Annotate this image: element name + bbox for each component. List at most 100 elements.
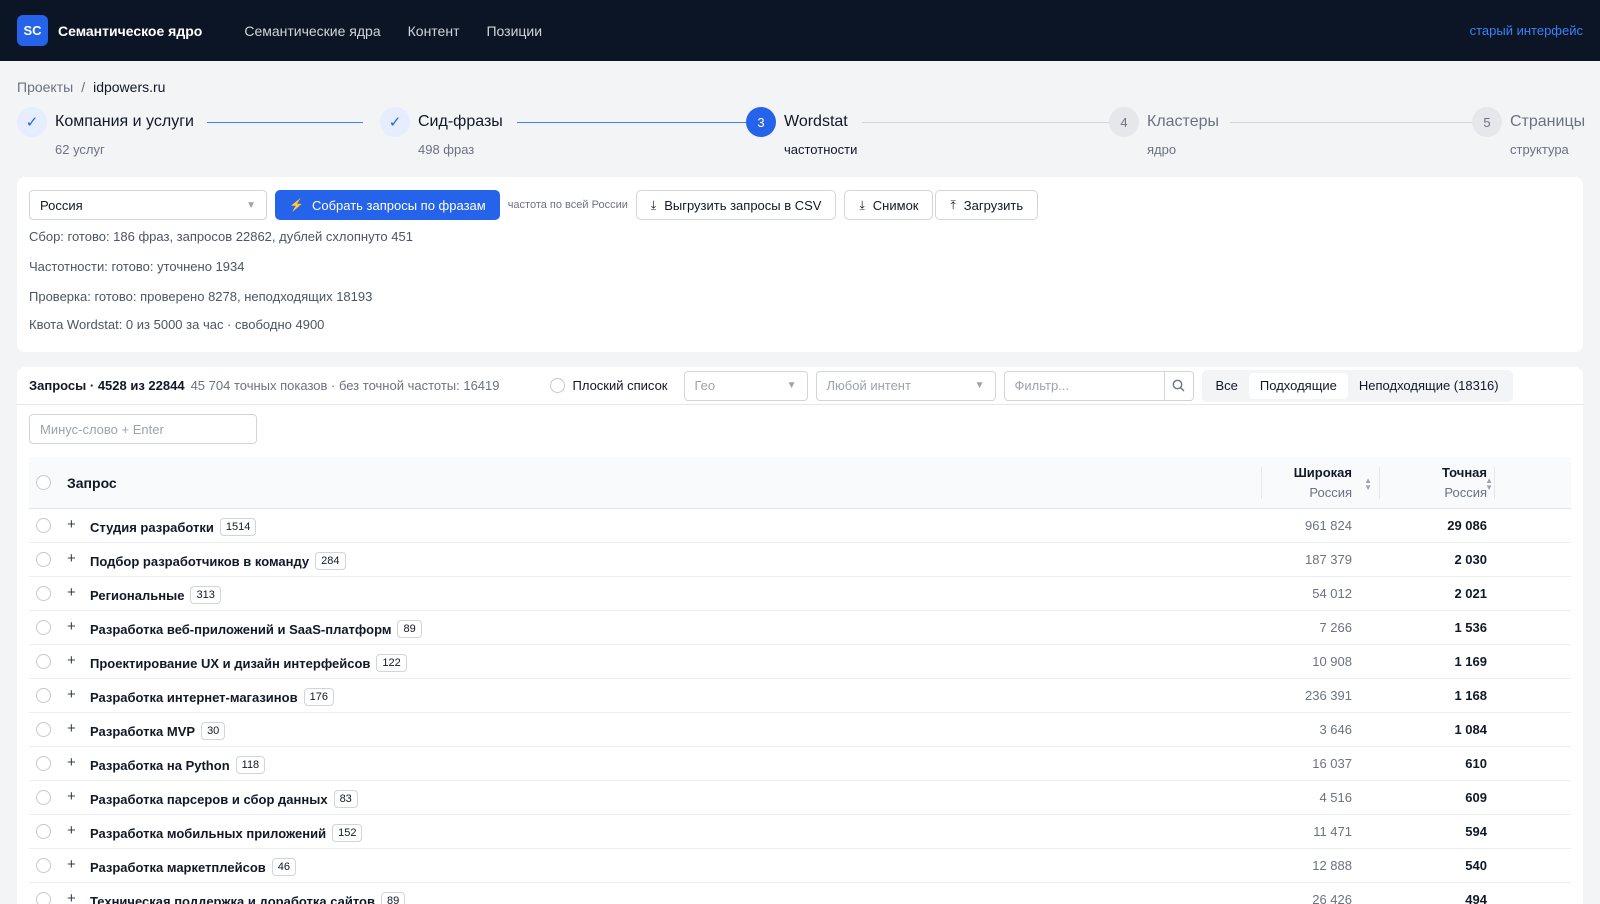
row-name: Разработка на Python 118 [90, 756, 266, 774]
search-button[interactable] [1163, 370, 1194, 401]
row-name-text: Разработка парсеров и сбор данных [90, 791, 328, 807]
region-select[interactable]: Россия ▼ [29, 190, 267, 220]
suitability-filter: Все Подходящие Неподходящие (18316) [1201, 369, 1513, 402]
row-checkbox[interactable] [36, 552, 51, 567]
broad-frequency: 961 824 [1305, 518, 1352, 533]
table-row[interactable]: + Разработка MVP 30 3 646 1 084 [29, 713, 1571, 747]
export-csv-button[interactable]: ⤓ Выгрузить запросы в CSV [635, 190, 837, 220]
step-number: 4 [1109, 107, 1139, 137]
app-title[interactable]: Семантическое ядро [58, 23, 202, 39]
step-wordstat[interactable]: 3 Wordstat частотности [746, 106, 857, 157]
breadcrumb-separator: / [81, 79, 86, 95]
nav-positions[interactable]: Позиции [486, 23, 542, 39]
exact-frequency: 1 169 [1454, 654, 1487, 669]
geo-select[interactable]: Гео ▼ [683, 370, 808, 401]
row-checkbox[interactable] [36, 688, 51, 703]
expand-icon[interactable]: + [67, 550, 76, 567]
count-badge: 176 [303, 688, 334, 706]
table-row[interactable]: + Проектирование UX и дизайн интерфейсов… [29, 645, 1571, 679]
row-checkbox[interactable] [36, 892, 51, 904]
row-checkbox[interactable] [36, 858, 51, 873]
step-seed-phrases[interactable]: ✓ Сид-фразы 498 фраз [380, 106, 503, 157]
column-divider [1261, 467, 1262, 499]
row-checkbox[interactable] [36, 722, 51, 737]
collect-queries-button[interactable]: ⚡ Собрать запросы по фразам [275, 190, 500, 220]
row-checkbox[interactable] [36, 756, 51, 771]
row-name: Разработка веб-приложений и SaaS-платфор… [90, 620, 422, 638]
nav-semantic-cores[interactable]: Семантические ядра [244, 23, 380, 39]
table-row[interactable]: + Региональные 313 54 012 2 021 [29, 577, 1571, 611]
expand-icon[interactable]: + [67, 516, 76, 533]
expand-icon[interactable]: + [67, 686, 76, 703]
count-badge: 118 [235, 756, 266, 774]
sort-icon[interactable]: ▲ ▼ [1364, 477, 1372, 492]
row-checkbox[interactable] [36, 790, 51, 805]
table-row[interactable]: + Разработка мобильных приложений 152 11 … [29, 815, 1571, 849]
column-broad[interactable]: Широкая Россия [1294, 465, 1352, 500]
table-row[interactable]: + Студия разработки 1514 961 824 29 086 [29, 509, 1571, 543]
row-name: Студия разработки 1514 [90, 518, 257, 536]
row-checkbox[interactable] [36, 586, 51, 601]
sort-icon[interactable]: ▲ ▼ [1485, 477, 1493, 492]
step-connector [517, 122, 748, 123]
breadcrumb: Проекты / idpowers.ru [17, 79, 165, 95]
table-row[interactable]: + Техническая поддержка и доработка сайт… [29, 883, 1571, 904]
expand-icon[interactable]: + [67, 788, 76, 805]
expand-icon[interactable]: + [67, 618, 76, 635]
step-sub: структура [1510, 142, 1569, 157]
column-divider [1494, 467, 1495, 499]
row-name-text: Разработка на Python [90, 757, 230, 773]
segment-all[interactable]: Все [1205, 373, 1249, 399]
step-label: Сид-фразы [418, 113, 503, 130]
intent-select[interactable]: Любой интент ▼ [815, 370, 996, 401]
step-number: 3 [746, 107, 776, 137]
filter-input[interactable]: Фильтр... [1003, 370, 1164, 401]
lightning-icon: ⚡ [289, 198, 304, 212]
step-pages[interactable]: 5 Страницы структура [1472, 106, 1585, 157]
row-checkbox[interactable] [36, 824, 51, 839]
expand-icon[interactable]: + [67, 890, 76, 904]
upload-label: Загрузить [963, 197, 1024, 213]
count-badge: 83 [333, 790, 358, 808]
count-badge: 122 [376, 654, 407, 672]
table-row[interactable]: + Разработка на Python 118 16 037 610 [29, 747, 1571, 781]
queries-panel: Запросы · 4528 из 22844 45 704 точных по… [17, 367, 1583, 904]
select-all-checkbox[interactable] [36, 475, 51, 490]
snapshot-label: Снимок [872, 197, 919, 213]
exact-frequency: 1 084 [1454, 722, 1487, 737]
step-company[interactable]: ✓ Компания и услуги 62 услуг [17, 106, 194, 157]
nav-content[interactable]: Контент [408, 23, 460, 39]
breadcrumb-current: idpowers.ru [93, 79, 166, 95]
app-logo[interactable]: SC [17, 15, 48, 46]
segment-suitable[interactable]: Подходящие [1248, 372, 1348, 399]
step-clusters[interactable]: 4 Кластеры ядро [1109, 106, 1219, 157]
minus-word-input[interactable]: Минус-слово + Enter [29, 414, 257, 444]
expand-icon[interactable]: + [67, 720, 76, 737]
expand-icon[interactable]: + [67, 856, 76, 873]
old-interface-link[interactable]: старый интерфейс [1470, 23, 1583, 38]
table-row[interactable]: + Подбор разработчиков в команду 284 187 … [29, 543, 1571, 577]
row-checkbox[interactable] [36, 518, 51, 533]
collect-panel: Россия ▼ ⚡ Собрать запросы по фразам час… [17, 177, 1583, 352]
flat-list-radio[interactable] [549, 378, 565, 393]
expand-icon[interactable]: + [67, 652, 76, 669]
segment-unsuitable[interactable]: Неподходящие (18316) [1348, 373, 1510, 399]
upload-button[interactable]: ⤒ Загрузить [935, 190, 1039, 220]
check-icon: ✓ [17, 107, 47, 137]
table-header: Запрос Широкая Россия ▲ ▼ Точная Россия ▲… [29, 457, 1571, 509]
column-exact[interactable]: Точная Россия [1442, 465, 1487, 500]
snapshot-button[interactable]: ⤓ Снимок [844, 190, 934, 220]
intent-placeholder: Любой интент [826, 378, 911, 393]
expand-icon[interactable]: + [67, 822, 76, 839]
table-row[interactable]: + Разработка интернет-магазинов 176 236 3… [29, 679, 1571, 713]
row-name-text: Региональные [90, 587, 185, 603]
expand-icon[interactable]: + [67, 584, 76, 601]
table-row[interactable]: + Разработка парсеров и сбор данных 83 4 … [29, 781, 1571, 815]
breadcrumb-projects[interactable]: Проекты [17, 79, 73, 95]
row-checkbox[interactable] [36, 620, 51, 635]
expand-icon[interactable]: + [67, 754, 76, 771]
row-checkbox[interactable] [36, 654, 51, 669]
table-row[interactable]: + Разработка веб-приложений и SaaS-платф… [29, 611, 1571, 645]
flat-list-toggle[interactable]: Плоский список [549, 378, 668, 393]
table-row[interactable]: + Разработка маркетплейсов 46 12 888 540 [29, 849, 1571, 883]
